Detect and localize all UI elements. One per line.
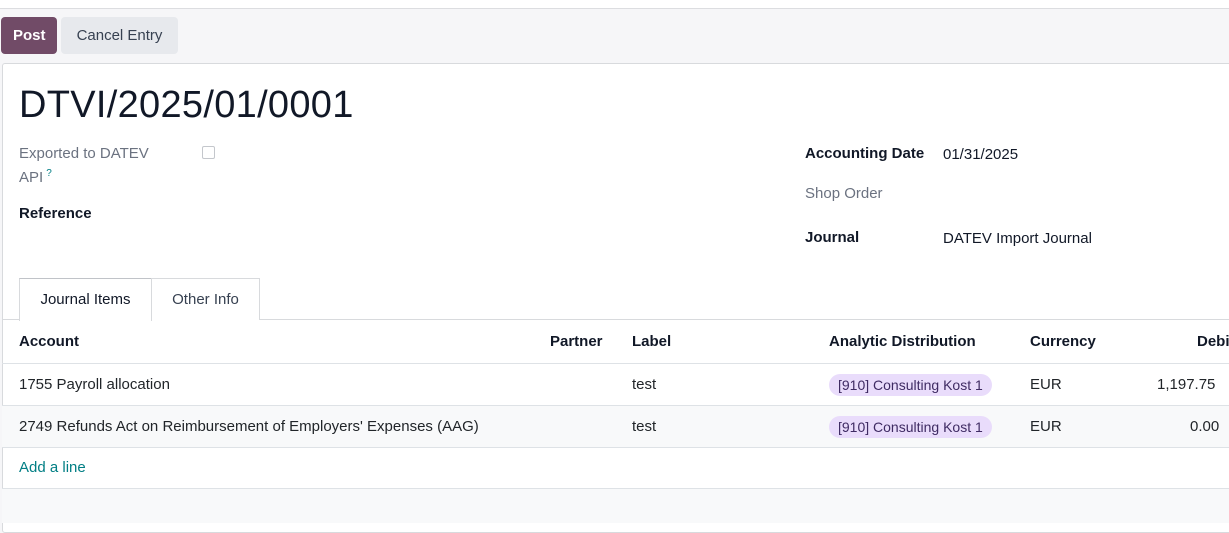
table-footer	[2, 489, 1229, 523]
column-header-account[interactable]: Account	[19, 333, 79, 350]
row-label[interactable]: test	[632, 418, 656, 435]
analytic-distribution-tag[interactable]: [910] Consulting Kost 1	[829, 416, 992, 438]
top-divider	[0, 8, 1229, 9]
column-header-currency[interactable]: Currency	[1030, 333, 1096, 350]
exported-datev-checkbox[interactable]	[202, 146, 215, 159]
exported-datev-label: Exported to DATEV	[19, 145, 149, 162]
shop-order-label: Shop Order	[805, 185, 883, 202]
accounting-date-label: Accounting Date	[805, 145, 925, 162]
row-account[interactable]: 2749 Refunds Act on Reimbursement of Emp…	[19, 418, 479, 435]
analytic-distribution-tag[interactable]: [910] Consulting Kost 1	[829, 374, 992, 396]
row-debit[interactable]: 1,197.75	[1157, 376, 1215, 393]
row-account[interactable]: 1755 Payroll allocation	[19, 376, 170, 393]
help-tooltip-icon[interactable]: ?	[46, 168, 52, 179]
column-header-partner[interactable]: Partner	[550, 333, 603, 350]
tab-journal-items[interactable]: Journal Items	[19, 278, 152, 321]
journal-label: Journal	[805, 229, 860, 246]
column-header-analytic-distribution[interactable]: Analytic Distribution	[829, 333, 976, 350]
exported-datev-label-line1: Exported to DATEV	[19, 145, 149, 162]
reference-label: Reference	[19, 205, 92, 222]
table-header-divider	[2, 363, 1229, 364]
column-header-label[interactable]: Label	[632, 333, 671, 350]
post-button[interactable]: Post	[1, 17, 57, 54]
row-debit[interactable]: 0.00	[1190, 418, 1219, 435]
tab-other-info[interactable]: Other Info	[151, 278, 260, 320]
cancel-entry-button[interactable]: Cancel Entry	[61, 17, 178, 54]
add-line-link[interactable]: Add a line	[19, 459, 86, 476]
row-currency[interactable]: EUR	[1030, 418, 1062, 435]
column-header-debit[interactable]: Debi	[1197, 333, 1229, 350]
exported-datev-label-2: API?	[19, 168, 52, 186]
exported-datev-label-line2: API	[19, 169, 44, 186]
top-strip	[0, 0, 1229, 8]
entry-title: DTVI/2025/01/0001	[19, 84, 354, 126]
journal-field[interactable]: DATEV Import Journal	[943, 230, 1092, 247]
accounting-date-field[interactable]: 01/31/2025	[943, 146, 1018, 163]
row-label[interactable]: test	[632, 376, 656, 393]
row-divider	[2, 447, 1229, 448]
row-currency[interactable]: EUR	[1030, 376, 1062, 393]
